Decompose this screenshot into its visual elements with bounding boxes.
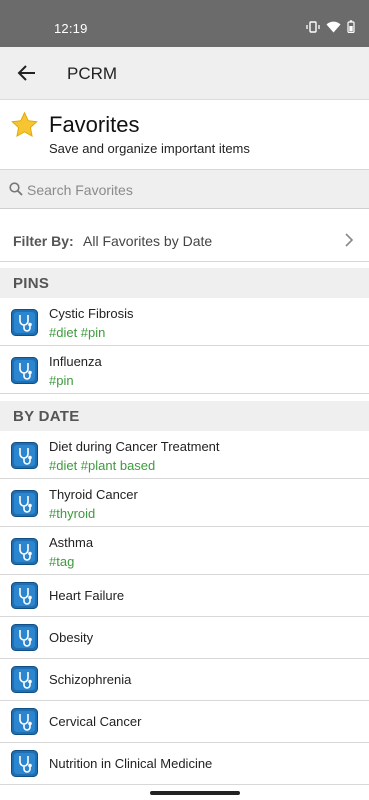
item-name: Asthma	[49, 535, 94, 550]
arrow-left-icon[interactable]	[15, 62, 37, 84]
stethoscope-icon	[11, 666, 38, 693]
stethoscope-icon	[11, 708, 38, 735]
item-name: Heart Failure	[49, 588, 125, 603]
wifi-icon	[326, 21, 341, 32]
item-name: Influenza	[49, 354, 102, 369]
item-name: Thyroid Cancer	[49, 487, 138, 502]
list-item[interactable]: Thyroid Cancer #thyroid	[0, 479, 369, 527]
app-bar: PCRM	[0, 47, 369, 100]
search-bar	[0, 170, 369, 209]
section-header-by-date: BY DATE	[0, 401, 369, 431]
page-title: Favorites	[49, 112, 140, 137]
search-icon	[9, 182, 23, 196]
item-tags: #diet #pin	[49, 325, 106, 340]
stethoscope-icon	[11, 490, 38, 517]
item-name: Cervical Cancer	[49, 714, 142, 729]
status-bar: 12:19	[0, 0, 369, 47]
section-title: BY DATE	[13, 408, 80, 425]
list-item[interactable]: Nutrition in Clinical Medicine	[0, 743, 369, 785]
list-item[interactable]: Cervical Cancer	[0, 701, 369, 743]
home-indicator[interactable]	[150, 791, 240, 795]
status-time: 12:19	[54, 21, 88, 36]
app-title: PCRM	[67, 64, 118, 83]
section-header-pins: PINS	[0, 268, 369, 298]
favorites-header: Favorites Save and organize important it…	[0, 100, 369, 170]
stethoscope-icon	[11, 309, 38, 336]
status-icons	[306, 20, 355, 33]
item-name: Schizophrenia	[49, 672, 132, 687]
stethoscope-icon	[11, 582, 38, 609]
item-name: Obesity	[49, 630, 94, 645]
list-item[interactable]: Diet during Cancer Treatment #diet #plan…	[0, 431, 369, 479]
item-name: Nutrition in Clinical Medicine	[49, 756, 213, 771]
list-item[interactable]: Asthma #tag	[0, 527, 369, 575]
item-tags: #diet #plant based	[49, 458, 156, 473]
chevron-right-icon	[345, 233, 354, 247]
filter-row[interactable]: Filter By: All Favorites by Date	[0, 219, 369, 262]
list-item[interactable]: Influenza #pin	[0, 346, 369, 394]
item-name: Diet during Cancer Treatment	[49, 439, 220, 454]
list-item[interactable]: Cystic Fibrosis #diet #pin	[0, 298, 369, 346]
filter-label: Filter By:	[13, 233, 74, 249]
section-title: PINS	[13, 275, 50, 292]
vibrate-icon	[306, 20, 320, 33]
list-item[interactable]: Schizophrenia	[0, 659, 369, 701]
item-name: Cystic Fibrosis	[49, 306, 134, 321]
stethoscope-icon	[11, 750, 38, 777]
list-item[interactable]: Obesity	[0, 617, 369, 659]
stethoscope-icon	[11, 538, 38, 565]
filter-value: All Favorites by Date	[83, 233, 213, 249]
item-tags: #tag	[49, 554, 75, 569]
stethoscope-icon	[11, 624, 38, 651]
page-subtitle: Save and organize important items	[49, 141, 250, 156]
stethoscope-icon	[11, 357, 38, 384]
list-item[interactable]: Heart Failure	[0, 575, 369, 617]
star-icon	[11, 111, 38, 137]
item-tags: #pin	[49, 373, 74, 388]
search-input[interactable]	[27, 170, 357, 209]
battery-icon	[347, 20, 355, 33]
item-tags: #thyroid	[49, 506, 96, 521]
stethoscope-icon	[11, 442, 38, 469]
